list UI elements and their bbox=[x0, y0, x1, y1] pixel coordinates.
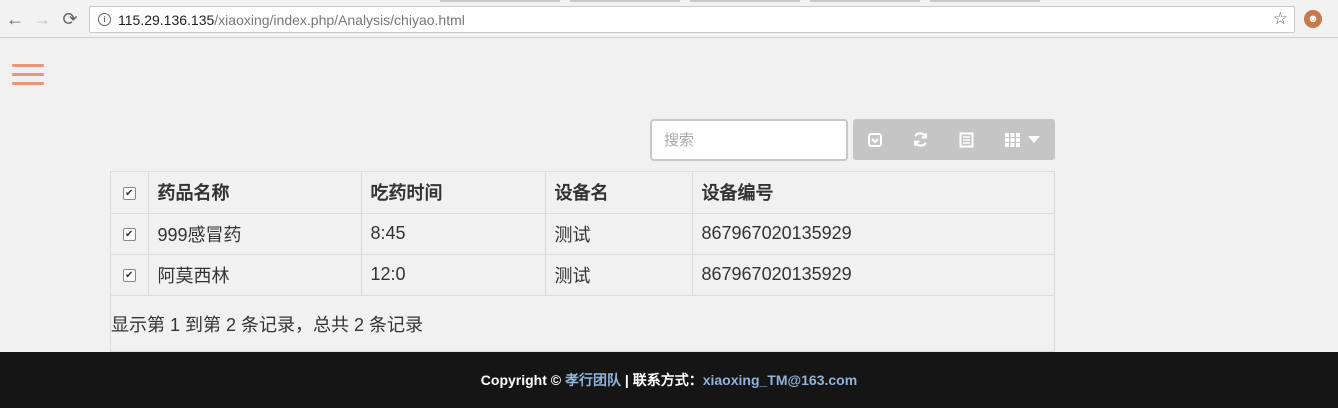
column-header-device-name[interactable]: 设备名 bbox=[545, 172, 693, 214]
reload-button[interactable]: ⟳ bbox=[59, 8, 81, 30]
cell-device-name: 测试 bbox=[545, 213, 693, 255]
url-host: 115.29.136.135 bbox=[118, 12, 215, 28]
row-select-cell: ✔ bbox=[111, 254, 149, 296]
back-button[interactable]: ← bbox=[4, 8, 26, 30]
forward-arrow-icon: → bbox=[33, 9, 51, 29]
table-toolbar bbox=[853, 119, 1055, 160]
footer-team-link[interactable]: 孝行团队 bbox=[565, 370, 621, 390]
cell-device-name: 测试 bbox=[545, 254, 693, 296]
cell-device-id: 867967020135929 bbox=[692, 213, 1055, 255]
search-input[interactable] bbox=[650, 119, 848, 161]
tab-strip bbox=[440, 0, 1120, 3]
row-select-cell: ✔ bbox=[111, 213, 149, 255]
page-footer: Copyright © 孝行团队 | 联系方式： xiaoxing_TM@163.… bbox=[0, 352, 1338, 408]
extension-icon[interactable]: ☻ bbox=[1304, 10, 1322, 28]
cell-time: 12:0 bbox=[361, 254, 546, 296]
footer-email-link[interactable]: xiaoxing_TM@163.com bbox=[703, 372, 857, 388]
columns-icon bbox=[1004, 132, 1020, 147]
toggle-view-icon bbox=[959, 132, 973, 147]
cell-time: 8:45 bbox=[361, 213, 546, 255]
cell-medicine: 阿莫西林 bbox=[148, 254, 362, 296]
toggle-pagination-button[interactable] bbox=[853, 119, 897, 160]
data-table-container: ✔ 药品名称 吃药时间 设备名 设备编号 ✔ 999感冒药 8:45 测试 86… bbox=[110, 171, 1055, 352]
table-header-row: ✔ 药品名称 吃药时间 设备名 设备编号 bbox=[111, 172, 1055, 214]
caret-down-icon bbox=[1027, 135, 1040, 143]
column-header-device-id[interactable]: 设备编号 bbox=[692, 172, 1055, 214]
footer-contact-label: | 联系方式： bbox=[621, 372, 703, 388]
select-all-cell: ✔ bbox=[111, 172, 149, 214]
hamburger-menu-icon[interactable] bbox=[12, 64, 44, 86]
row-checkbox[interactable]: ✔ bbox=[122, 268, 136, 282]
refresh-icon bbox=[913, 132, 927, 147]
select-all-checkbox[interactable]: ✔ bbox=[122, 186, 136, 200]
forward-button[interactable]: → bbox=[31, 8, 53, 30]
cell-medicine: 999感冒药 bbox=[148, 213, 362, 255]
columns-dropdown-button[interactable] bbox=[989, 119, 1055, 160]
back-arrow-icon: ← bbox=[6, 9, 24, 29]
table-row[interactable]: ✔ 999感冒药 8:45 测试 867967020135929 bbox=[111, 213, 1055, 255]
browser-toolbar: ← → ⟳ i 115.29.136.135/xiaoxing/index.ph… bbox=[0, 0, 1338, 38]
column-header-medicine[interactable]: 药品名称 bbox=[148, 172, 362, 214]
data-table: ✔ 药品名称 吃药时间 设备名 设备编号 ✔ 999感冒药 8:45 测试 86… bbox=[111, 172, 1055, 296]
bookmark-star-icon[interactable]: ☆ bbox=[1273, 9, 1288, 29]
table-row[interactable]: ✔ 阿莫西林 12:0 测试 867967020135929 bbox=[111, 254, 1055, 296]
url-path: /xiaoxing/index.php/Analysis/chiyao.html bbox=[214, 12, 465, 28]
pagination-info: 显示第 1 到第 2 条记录，总共 2 条记录 bbox=[111, 315, 424, 335]
footer-copyright: Copyright © bbox=[480, 372, 562, 388]
row-checkbox[interactable]: ✔ bbox=[122, 227, 136, 241]
column-header-time[interactable]: 吃药时间 bbox=[361, 172, 546, 214]
cell-device-id: 867967020135929 bbox=[692, 254, 1055, 296]
toggle-view-button[interactable] bbox=[943, 119, 989, 160]
reload-icon: ⟳ bbox=[62, 9, 78, 29]
info-icon[interactable]: i bbox=[98, 13, 111, 26]
url-text: 115.29.136.135/xiaoxing/index.php/Analys… bbox=[118, 12, 465, 28]
address-bar[interactable]: i 115.29.136.135/xiaoxing/index.php/Anal… bbox=[89, 6, 1295, 33]
refresh-button[interactable] bbox=[897, 119, 943, 160]
toggle-pagination-icon bbox=[868, 132, 882, 147]
